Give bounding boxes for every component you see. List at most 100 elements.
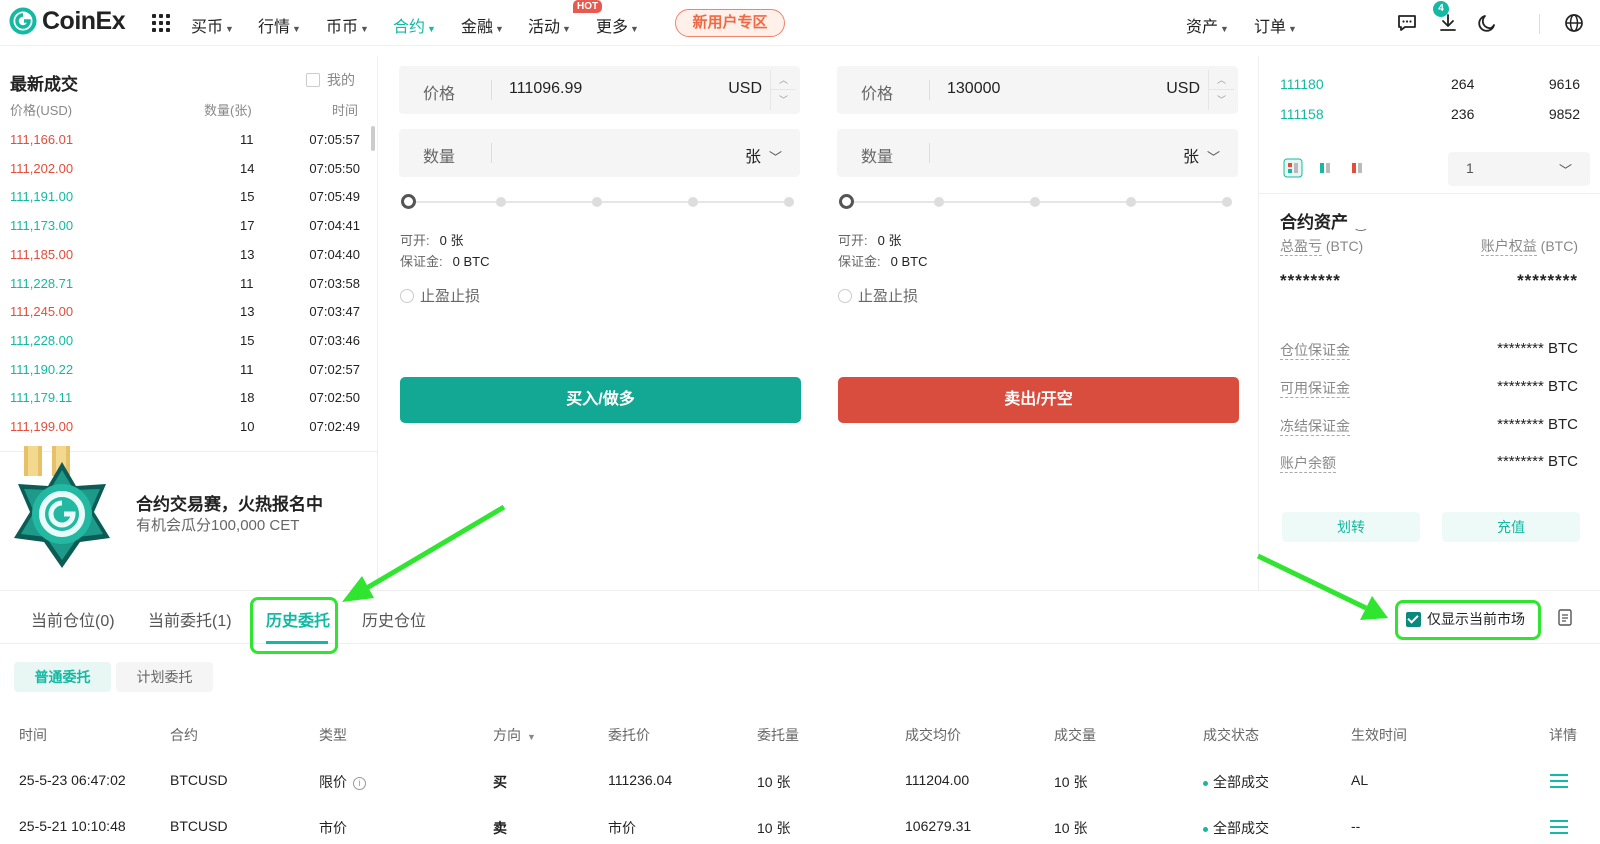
- subtab-normal-orders[interactable]: 普通委托: [14, 662, 111, 692]
- slider-mark[interactable]: [784, 197, 794, 207]
- orderbook-layout-sell-icon[interactable]: [1347, 158, 1367, 178]
- quantity-unit-select[interactable]: 张 ﹀: [745, 143, 782, 167]
- sell-available: 可开: 0 张: [838, 233, 902, 248]
- tab-current-positions[interactable]: 当前仓位(0): [31, 607, 115, 631]
- buy-quantity-input[interactable]: 数量 张 ﹀: [399, 129, 800, 177]
- depth-precision-select[interactable]: 1 ﹀: [1448, 152, 1590, 186]
- slider-mark[interactable]: [934, 197, 944, 207]
- trade-qty: 15: [240, 189, 255, 205]
- buy-price-input[interactable]: 价格 111096.99 USD ︿ ﹀: [399, 66, 800, 114]
- orderbook-layout-both-icon[interactable]: [1283, 158, 1303, 178]
- nav-more[interactable]: 更多 ▼: [596, 13, 639, 37]
- col-header-order-qty: 委托量: [757, 727, 799, 743]
- col-header-effective-time: 生效时间: [1351, 727, 1407, 743]
- quantity-unit-select[interactable]: 张 ﹀: [1183, 143, 1220, 167]
- trade-time: 07:04:41: [309, 218, 360, 234]
- sell-price-input[interactable]: 价格 130000 USD ︿ ﹀: [837, 66, 1238, 114]
- buy-long-button[interactable]: 买入/做多: [400, 377, 801, 423]
- message-icon[interactable]: [1396, 12, 1418, 34]
- nav-finance[interactable]: 金融 ▼: [461, 13, 504, 37]
- contest-promo-banner[interactable]: 合约交易赛，火热报名中 有机会瓜分100,000 CET: [0, 446, 378, 590]
- slider-mark[interactable]: [1030, 197, 1040, 207]
- chevron-down-icon: ﹀: [1206, 150, 1220, 165]
- details-list-icon[interactable]: [1550, 820, 1568, 834]
- order-filled: 10 张: [1054, 820, 1088, 836]
- assets-menu[interactable]: 资产 ▼: [1186, 13, 1229, 37]
- chevron-down-icon: ▼: [1220, 24, 1229, 34]
- nav-futures[interactable]: 合约 ▼: [393, 13, 436, 37]
- slider-mark[interactable]: [1126, 197, 1136, 207]
- order-status: 全部成交: [1203, 772, 1269, 792]
- coinex-logo[interactable]: CoinEx: [8, 6, 126, 36]
- nav-markets[interactable]: 行情 ▼: [258, 13, 301, 37]
- deposit-button[interactable]: 充值: [1442, 512, 1580, 542]
- slider-mark[interactable]: [1222, 197, 1232, 207]
- trade-price: 111,202.00: [10, 160, 74, 176]
- info-icon[interactable]: i: [353, 776, 366, 790]
- subtab-plan-orders[interactable]: 计划委托: [116, 662, 213, 692]
- dark-mode-moon-icon[interactable]: [1476, 12, 1498, 34]
- chevron-down-icon: ▼: [1288, 24, 1297, 34]
- chevron-down-icon: ▼: [562, 24, 571, 34]
- buy-tpsl-toggle[interactable]: 止盈止损: [400, 285, 480, 306]
- details-list-icon[interactable]: [1550, 774, 1568, 788]
- trade-price: 111,166.01: [10, 132, 74, 147]
- document-icon[interactable]: [1558, 609, 1572, 626]
- buy-percent-slider[interactable]: [401, 194, 800, 210]
- trade-time: 07:05:57: [309, 132, 360, 147]
- slider-handle[interactable]: [401, 194, 416, 209]
- chevron-down-icon[interactable]: ﹀: [1209, 90, 1234, 110]
- price-stepper[interactable]: ︿ ﹀: [1208, 70, 1234, 110]
- tab-open-orders[interactable]: 当前委托(1): [148, 607, 232, 631]
- col-header-status: 成交状态: [1203, 727, 1259, 743]
- caret-down-icon: ▼: [527, 732, 536, 742]
- trade-row: 111,228.71 11 07:03:58: [0, 270, 370, 298]
- trade-row: 111,179.11 18 07:02:50: [0, 384, 370, 412]
- chevron-down-icon[interactable]: ﹀: [771, 90, 796, 110]
- col-header-direction[interactable]: 方向 ▼: [493, 725, 536, 745]
- trade-qty: 14: [240, 160, 255, 176]
- trade-qty: 13: [240, 246, 255, 262]
- position-margin-value: ******** BTC: [1497, 340, 1578, 357]
- slider-handle[interactable]: [839, 194, 854, 209]
- orderbook-layout-buy-icon[interactable]: [1315, 158, 1335, 178]
- globe-language-icon[interactable]: [1563, 12, 1585, 34]
- price-unit: USD: [728, 80, 762, 97]
- col-header-avg-price: 成交均价: [905, 727, 961, 743]
- download-icon[interactable]: [1437, 12, 1459, 34]
- apps-grid-icon[interactable]: [152, 14, 170, 32]
- slider-mark[interactable]: [592, 197, 602, 207]
- trade-qty: 13: [240, 304, 255, 320]
- col-header-order-price: 委托价: [608, 727, 650, 743]
- trade-price: 111,190.22: [10, 361, 74, 377]
- available-margin-label: 可用保证金: [1280, 380, 1350, 398]
- contest-medal-icon: [14, 446, 110, 568]
- nav-activities[interactable]: 活动 ▼: [528, 13, 571, 37]
- mine-only-checkbox[interactable]: 我的: [306, 70, 355, 90]
- nav-buy-crypto[interactable]: 买币 ▼: [191, 13, 234, 37]
- sell-quantity-input[interactable]: 数量 张 ﹀: [837, 129, 1238, 177]
- total-pnl-label: 总盈亏 (BTC): [1280, 238, 1364, 256]
- logo-text: CoinEx: [42, 6, 126, 35]
- chevron-up-icon[interactable]: ︿: [1209, 70, 1234, 90]
- price-stepper[interactable]: ︿ ﹀: [770, 70, 796, 110]
- trades-scrollbar[interactable]: [371, 126, 375, 151]
- sell-tpsl-toggle[interactable]: 止盈止损: [838, 285, 918, 306]
- chevron-down-icon: ▼: [292, 24, 301, 34]
- chevron-down-icon: ▼: [360, 24, 369, 34]
- sell-short-button[interactable]: 卖出/开空: [838, 377, 1239, 423]
- buy-available: 可开: 0 张: [400, 233, 464, 248]
- transfer-button[interactable]: 划转: [1282, 512, 1420, 542]
- chevron-up-icon[interactable]: ︿: [771, 70, 796, 90]
- new-user-zone-button[interactable]: 新用户专区: [675, 9, 785, 37]
- chevron-down-icon: ▼: [630, 24, 639, 34]
- nav-spot[interactable]: 币币 ▼: [326, 13, 369, 37]
- trade-qty: 11: [240, 361, 254, 377]
- sell-percent-slider[interactable]: [839, 194, 1238, 210]
- trade-time: 07:03:47: [309, 304, 360, 320]
- orders-menu[interactable]: 订单 ▼: [1254, 13, 1297, 37]
- slider-mark[interactable]: [688, 197, 698, 207]
- eye-closed-icon[interactable]: ‿: [1356, 217, 1366, 231]
- slider-mark[interactable]: [496, 197, 506, 207]
- tab-position-history[interactable]: 历史仓位: [362, 607, 426, 631]
